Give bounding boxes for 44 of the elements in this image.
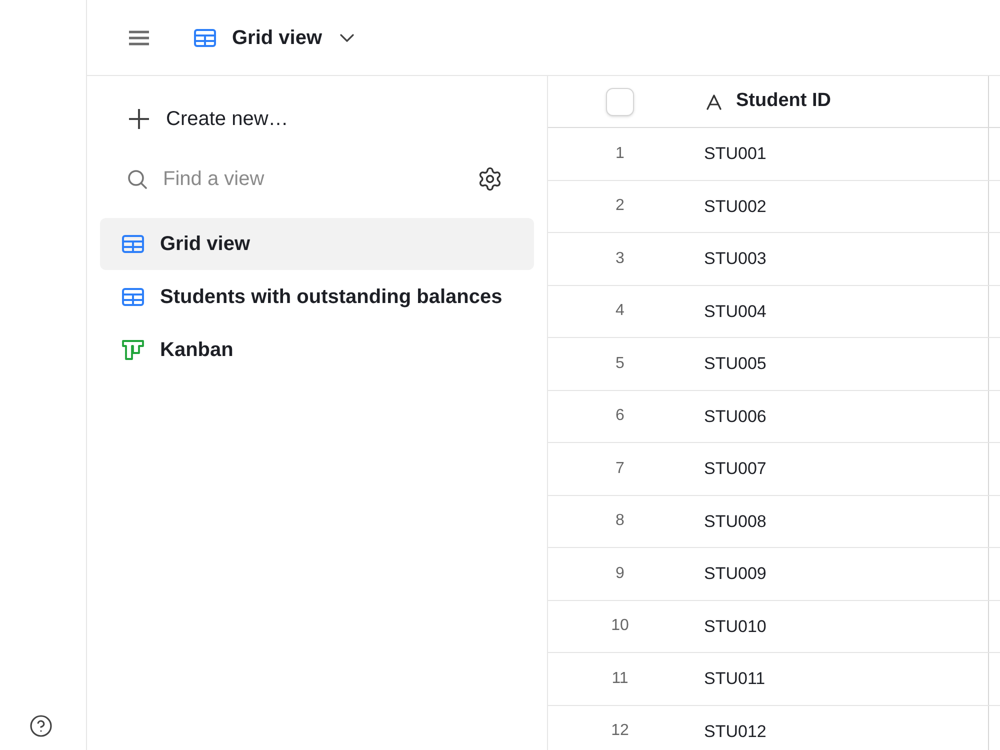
row-number: 9 xyxy=(614,564,626,584)
grid-icon xyxy=(194,28,216,46)
row-number: 10 xyxy=(610,616,630,636)
row-number: 11 xyxy=(610,668,630,689)
row-number: 5 xyxy=(614,354,626,374)
row-number: 6 xyxy=(614,406,626,426)
view-switcher-button[interactable]: Grid view xyxy=(194,22,354,52)
row-number: 2 xyxy=(614,196,626,216)
table-cell-text: STU004 xyxy=(703,300,768,322)
row-number: 8 xyxy=(614,511,626,532)
help-icon xyxy=(29,714,53,738)
chevron-down-icon xyxy=(340,34,354,42)
settings-button[interactable] xyxy=(477,166,503,192)
row-number: 4 xyxy=(614,301,626,322)
plus-icon xyxy=(129,109,149,129)
view-item[interactable]: Grid view xyxy=(100,218,534,270)
table-cell-text: STU003 xyxy=(703,248,768,270)
help-button[interactable] xyxy=(29,714,53,738)
row-number: 3 xyxy=(614,248,626,269)
menu-icon xyxy=(129,30,149,46)
text-field-icon xyxy=(706,94,722,110)
settings-icon xyxy=(477,166,503,192)
column-header[interactable]: Student ID xyxy=(692,76,988,127)
menu-button[interactable] xyxy=(129,30,149,46)
table-cell-text: STU005 xyxy=(703,353,768,375)
table-cell-text: STU011 xyxy=(703,668,766,690)
grid-icon xyxy=(122,235,144,253)
row-number: 1 xyxy=(614,144,626,164)
table-cell-text: STU012 xyxy=(703,720,768,742)
kanban-icon xyxy=(122,340,144,360)
create-new-button[interactable]: Create new… xyxy=(129,99,288,139)
table-cell-text: STU006 xyxy=(703,406,768,428)
grid-icon xyxy=(122,288,144,306)
table-cell-text: STU010 xyxy=(703,616,768,638)
search-field[interactable]: Find a view xyxy=(163,161,469,197)
table-cell-text: STU008 xyxy=(703,510,768,532)
table-cell-text: STU009 xyxy=(703,563,768,585)
row-number: 7 xyxy=(614,458,626,479)
row-number: 12 xyxy=(610,721,630,742)
select-all-checkbox[interactable] xyxy=(606,88,634,116)
table-cell-text: STU002 xyxy=(703,196,768,218)
table-cell-text: STU001 xyxy=(703,143,768,165)
search-icon xyxy=(128,170,147,188)
table-cell-text: STU007 xyxy=(703,458,768,480)
